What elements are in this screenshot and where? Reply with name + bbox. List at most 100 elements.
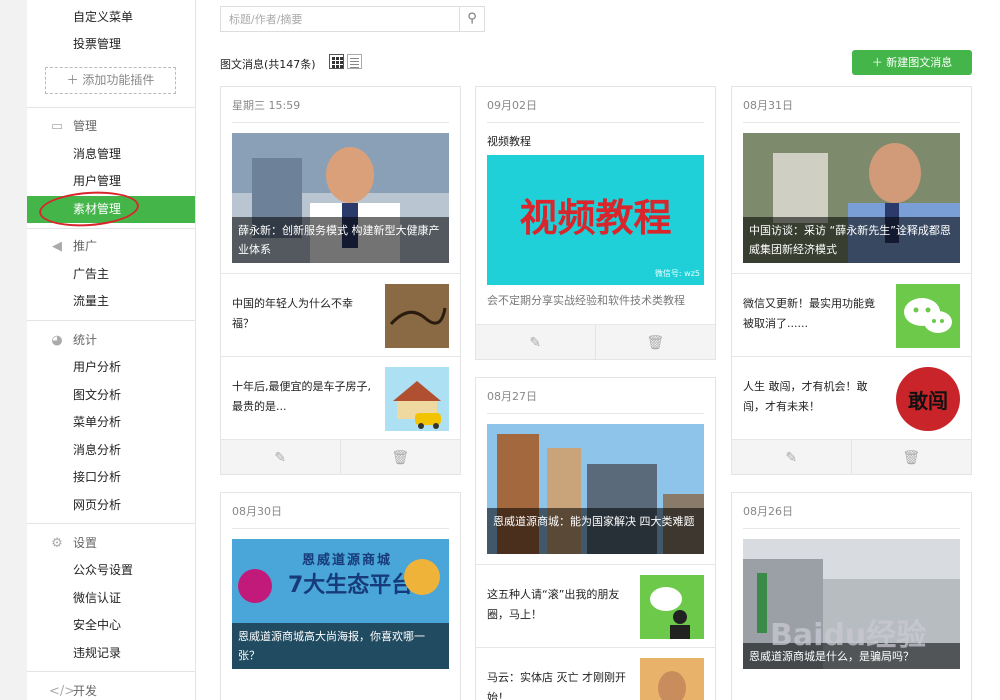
cover-image[interactable]: 恩威道源商城 7大生态平台 恩威道源商城高大尚海报，你喜欢哪一张？ — [232, 539, 449, 669]
grid-view-icon[interactable] — [329, 54, 344, 69]
card-actions: ✎ 🗑 — [476, 324, 716, 359]
card-date: 08月27日 — [487, 390, 537, 403]
divider — [232, 122, 449, 123]
sub-article[interactable]: 这五种人请“滚”出我的朋友圈，马上！ — [476, 564, 715, 648]
new-article-button[interactable]: ＋ 新建图文消息 — [852, 50, 972, 75]
cover-watermark: 微信号: wz5 — [654, 269, 700, 278]
group-settings: ⚙ 设置 — [27, 530, 195, 557]
sidebar-item-custom-menu[interactable]: 自定义菜单 — [27, 4, 195, 31]
sub-article-title: 马云：实体店 灭亡 才刚刚开始！ — [487, 671, 626, 700]
sub-article-thumb: 敢闯 — [896, 367, 960, 431]
sidebar-item-security[interactable]: 安全中心 — [27, 612, 195, 639]
cover-caption: 中国访谈：采访 “薛永新先生”诠释成都恩威集团新经济模式 — [743, 217, 960, 263]
group-manage: ▭ 管理 — [27, 113, 195, 140]
sub-article-thumb — [640, 658, 704, 700]
cover-image[interactable]: 中国访谈：采访 “薛永新先生”诠释成都恩威集团新经济模式 — [743, 133, 960, 263]
sub-article[interactable]: 中国的年轻人为什么不幸福？ — [221, 273, 460, 357]
article-card[interactable]: 08月27日 恩威道源商城：能为国家解决 四大类难题 这五种人请“滚”出我的朋友… — [475, 377, 716, 700]
inbox-icon: ▭ — [50, 119, 64, 134]
search-icon[interactable]: ⚲ — [459, 7, 484, 31]
sidebar-item-api-analysis[interactable]: 接口分析 — [27, 464, 195, 491]
gear-icon: ⚙ — [51, 536, 63, 551]
sub-article-thumb — [385, 367, 449, 431]
sidebar: 自定义菜单 投票管理 ＋ 添加功能插件 ▭ 管理 消息管理 用户管理 素材管理 ◀… — [0, 0, 196, 700]
cover-caption: 恩威道源商城：能为国家解决 四大类难题 — [487, 508, 704, 554]
sidebar-item-article-analysis[interactable]: 图文分析 — [27, 382, 195, 409]
card-actions: ✎ 🗑 — [221, 439, 461, 474]
cover-image[interactable]: 恩威道源商城：能为国家解决 四大类难题 — [487, 424, 704, 554]
card-date: 09月02日 — [487, 99, 537, 112]
trash-icon[interactable]: 🗑 — [852, 440, 972, 474]
sidebar-item-vote[interactable]: 投票管理 — [27, 31, 195, 58]
sidebar-item-violations[interactable]: 违规记录 — [27, 640, 195, 667]
watermark: Baidu经验 — [770, 618, 927, 653]
search-box: ⚲ — [220, 6, 485, 32]
group-label: 管理 — [73, 119, 98, 133]
pie-chart-icon: ◕ — [51, 333, 63, 348]
divider — [487, 122, 704, 123]
article-card[interactable]: 08月30日 恩威道源商城 7大生态平台 恩威道源商城高大尚海报，你喜欢哪一张？ — [220, 492, 461, 700]
sidebar-item-account-settings[interactable]: 公众号设置 — [27, 557, 195, 584]
divider — [743, 122, 960, 123]
cover-text: 视频教程 — [519, 196, 672, 240]
add-plugin-label: 添加功能插件 — [82, 73, 155, 87]
trash-icon[interactable]: 🗑 — [341, 440, 461, 474]
sidebar-item-messages[interactable]: 消息管理 — [27, 141, 195, 168]
article-card[interactable]: 星期三 15:59 薛永新：创新服务模式 构建新型大健康产业体系 中国的年轻人为… — [220, 86, 461, 475]
sub-article-title: 人生 敢闯，才有机会！敢闯，才有未来！ — [743, 380, 868, 413]
megaphone-icon: ◀ — [52, 239, 62, 254]
sub-article-title: 这五种人请“滚”出我的朋友圈，马上！ — [487, 588, 620, 621]
list-view-icon[interactable] — [347, 54, 362, 69]
sub-article[interactable]: 马云：实体店 灭亡 才刚刚开始！ — [476, 647, 715, 700]
badge-circle — [404, 559, 440, 595]
group-promote: ◀ 推广 — [27, 233, 195, 260]
sidebar-panel: 自定义菜单 投票管理 ＋ 添加功能插件 ▭ 管理 消息管理 用户管理 素材管理 ◀… — [27, 0, 196, 700]
edit-icon[interactable]: ✎ — [221, 440, 341, 474]
add-plugin-button[interactable]: ＋ 添加功能插件 — [45, 67, 176, 94]
sidebar-item-materials[interactable]: 素材管理 — [27, 196, 195, 223]
article-card[interactable]: 09月02日 视频教程 视频教程 微信号: wz5 会不定期分享实战经验和软件技… — [475, 86, 716, 360]
card-date: 星期三 15:59 — [232, 99, 301, 112]
sidebar-item-web-analysis[interactable]: 网页分析 — [27, 492, 195, 519]
sidebar-item-verification[interactable]: 微信认证 — [27, 585, 195, 612]
cover-image[interactable]: 视频教程 微信号: wz5 — [487, 155, 704, 285]
article-title: 视频教程 — [487, 135, 531, 148]
edit-icon[interactable]: ✎ — [732, 440, 852, 474]
sidebar-item-users[interactable]: 用户管理 — [27, 168, 195, 195]
card-date: 08月30日 — [232, 505, 282, 518]
edit-icon[interactable]: ✎ — [476, 325, 596, 359]
sidebar-item-advertiser[interactable]: 广告主 — [27, 261, 195, 288]
sub-article-thumb — [896, 284, 960, 348]
card-date: 08月26日 — [743, 505, 793, 518]
plus-icon: ＋ — [66, 73, 83, 87]
article-card[interactable]: 08月26日 恩威道源商城是什么，是骗局吗？ — [731, 492, 972, 700]
group-label: 设置 — [73, 536, 98, 550]
group-label: 统计 — [73, 333, 98, 347]
search-input[interactable] — [221, 7, 459, 31]
divider — [27, 320, 195, 321]
group-label: 推广 — [73, 239, 98, 253]
new-article-label: 新建图文消息 — [886, 56, 953, 69]
sub-article[interactable]: 十年后,最便宜的是车子房子,最贵的是... — [221, 356, 460, 440]
sub-article[interactable]: 人生 敢闯，才有机会！敢闯，才有未来！ 敢闯 — [732, 356, 971, 440]
thumb-text: 敢闯 — [908, 389, 948, 413]
cover-caption: 薛永新：创新服务模式 构建新型大健康产业体系 — [232, 217, 449, 263]
badge-circle — [238, 569, 272, 603]
trash-icon[interactable]: 🗑 — [596, 325, 716, 359]
article-description: 会不定期分享实战经验和软件技术类教程 — [487, 294, 685, 307]
sidebar-item-publisher[interactable]: 流量主 — [27, 288, 195, 315]
article-card[interactable]: 08月31日 中国访谈：采访 “薛永新先生”诠释成都恩威集团新经济模式 微信又更… — [731, 86, 972, 475]
sidebar-item-message-analysis[interactable]: 消息分析 — [27, 437, 195, 464]
sub-article-title: 十年后,最便宜的是车子房子,最贵的是... — [232, 380, 371, 413]
sub-article-thumb — [385, 284, 449, 348]
group-develop: </> 开发 — [27, 678, 195, 700]
plus-icon: ＋ — [871, 56, 887, 69]
sidebar-item-user-analysis[interactable]: 用户分析 — [27, 354, 195, 381]
sidebar-item-menu-analysis[interactable]: 菜单分析 — [27, 409, 195, 436]
sub-article[interactable]: 微信又更新！最实用功能竟被取消了...... — [732, 273, 971, 357]
cover-caption: 恩威道源商城高大尚海报，你喜欢哪一张？ — [232, 623, 449, 669]
card-date: 08月31日 — [743, 99, 793, 112]
cover-image[interactable]: 薛永新：创新服务模式 构建新型大健康产业体系 — [232, 133, 449, 263]
group-label: 开发 — [73, 684, 98, 698]
cover-big-text: 7大生态平台 — [288, 573, 414, 598]
